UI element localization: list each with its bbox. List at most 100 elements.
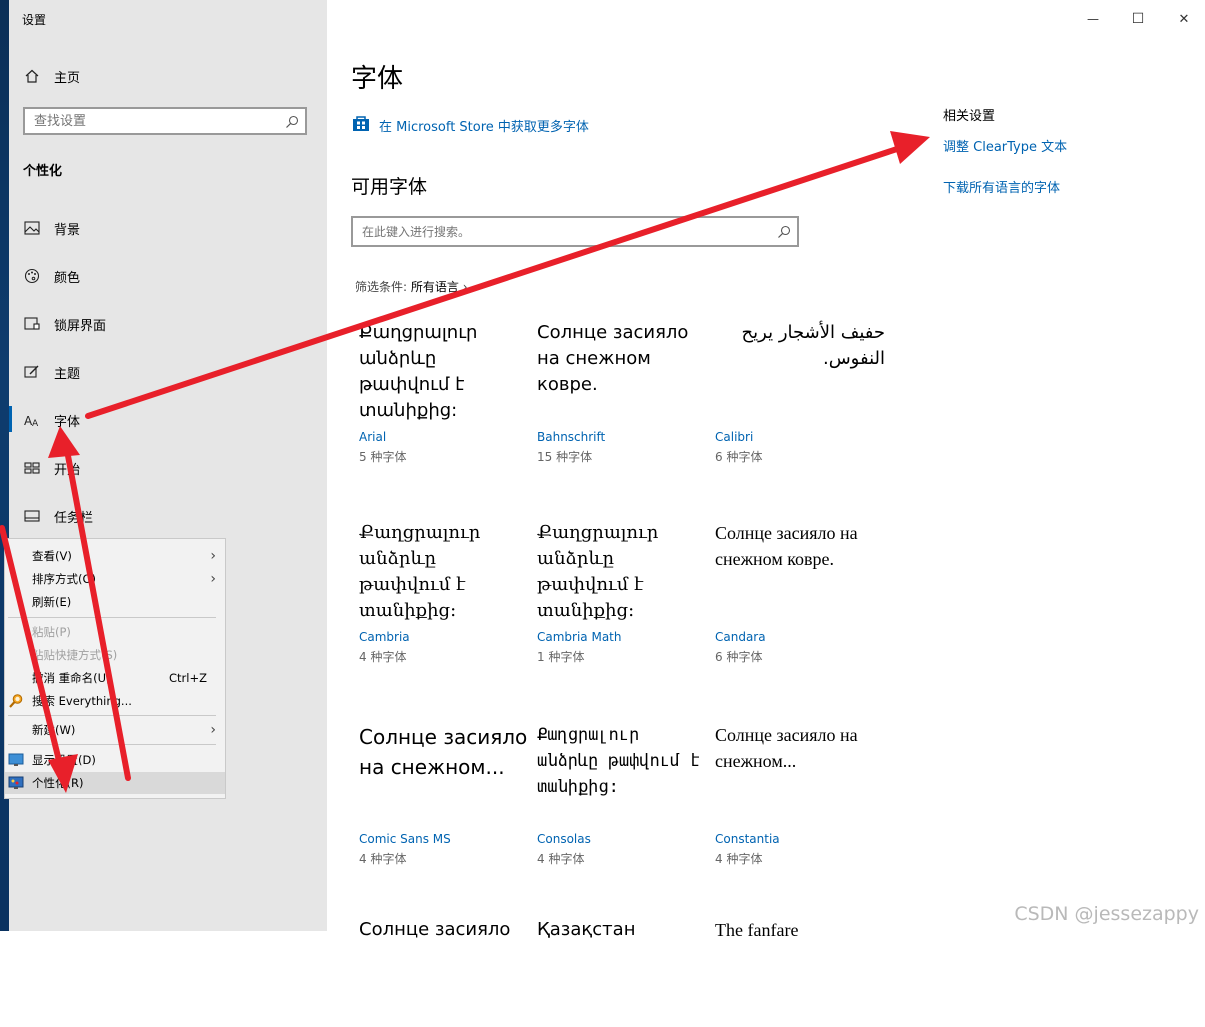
- font-search[interactable]: [351, 216, 799, 247]
- font-sample: Қазақстан: [537, 919, 636, 940]
- settings-search[interactable]: [23, 107, 307, 135]
- menu-item-label: 粘贴快捷方式(S): [32, 648, 118, 662]
- start-icon: [22, 458, 42, 478]
- settings-search-input[interactable]: [25, 109, 274, 133]
- store-icon: [351, 113, 371, 137]
- menu-divider: [8, 617, 216, 618]
- font-sample: Солнце засияло: [359, 919, 511, 940]
- menu-divider: [8, 715, 216, 716]
- font-sample: Քաղցրալուր անձրևը թափվում է տանիքից:: [537, 725, 701, 797]
- font-count: 4 种字体: [359, 852, 407, 866]
- font-card-partial[interactable]: The fanfare: [715, 917, 885, 1027]
- font-name: Constantia: [715, 832, 780, 846]
- font-card-calibri[interactable]: حفيف الأشجار يريح النفوس. Calibri 6 种字体: [715, 320, 885, 465]
- menu-item-label: 粘贴(P): [32, 625, 71, 639]
- sidebar-item-start[interactable]: 开始: [9, 446, 327, 490]
- font-card-cambria[interactable]: Քաղցրալուր անձրևը թափվում է տանիքից: Cam…: [359, 520, 529, 665]
- font-count: 15 种字体: [537, 450, 593, 464]
- font-card-bahnschrift[interactable]: Солнце засияло на снежном ковре. Bahnsch…: [537, 320, 707, 465]
- font-icon: AA: [22, 410, 42, 430]
- font-card-partial[interactable]: Қазақстан: [537, 917, 707, 1027]
- font-card-partial[interactable]: Солнце засияло: [359, 917, 529, 1027]
- theme-icon: [22, 362, 42, 382]
- personalize-icon: [8, 775, 24, 791]
- font-name: Cambria Math: [537, 630, 622, 644]
- font-sample: Քաղցրալուր անձրևը թափվում է տանիքից:: [359, 522, 481, 621]
- menu-item-paste-shortcut[interactable]: 粘贴快捷方式(S): [5, 644, 225, 666]
- fonts-page: — ☐ ✕ 字体 在 Microsoft Store 中获取更多字体 可用字体 …: [327, 0, 1205, 940]
- window-title: 设置: [22, 13, 47, 27]
- menu-item-paste[interactable]: 粘贴(P): [5, 621, 225, 643]
- menu-item-refresh[interactable]: 刷新(E): [5, 591, 225, 613]
- store-link-label: 在 Microsoft Store 中获取更多字体: [379, 119, 589, 135]
- sidebar-item-label: 锁屏界面: [54, 318, 107, 334]
- font-card-constantia[interactable]: Солнце засияло на снежном... Constantia …: [715, 722, 885, 867]
- menu-item-new[interactable]: 新建(W) ›: [5, 719, 225, 741]
- close-button[interactable]: ✕: [1170, 8, 1198, 30]
- minimize-icon: —: [1087, 12, 1099, 26]
- display-icon: [8, 752, 24, 768]
- font-sample: The fanfare: [715, 920, 799, 940]
- menu-item-label: 新建(W): [32, 723, 76, 737]
- font-name: Candara: [715, 630, 766, 644]
- font-count: 4 种字体: [537, 852, 585, 866]
- sidebar-item-taskbar[interactable]: 任务栏: [9, 494, 327, 538]
- font-name: Consolas: [537, 832, 591, 846]
- filter-value: 所有语言: [410, 280, 459, 294]
- font-name: Comic Sans MS: [359, 832, 451, 846]
- font-sample: Солнце засияло на снежном ковре.: [537, 322, 689, 395]
- font-card-candara[interactable]: Солнце засияло на снежном ковре. Candara…: [715, 520, 885, 665]
- font-card-cambria-math[interactable]: Քաղցրալուր անձրևը թափվում է տանիքից: Cam…: [537, 520, 707, 665]
- active-indicator: [9, 406, 12, 432]
- home-icon: [22, 66, 42, 86]
- sidebar-item-label: 颜色: [54, 270, 81, 286]
- menu-item-display-settings[interactable]: 显示设置(D): [5, 749, 225, 771]
- font-count: 6 种字体: [715, 650, 763, 664]
- store-link[interactable]: 在 Microsoft Store 中获取更多字体: [351, 113, 589, 137]
- related-settings-title: 相关设置: [943, 109, 996, 124]
- menu-divider: [8, 744, 216, 745]
- menu-item-search-everything[interactable]: 搜索 Everything...: [5, 690, 225, 712]
- font-count: 4 种字体: [359, 650, 407, 664]
- menu-item-personalize[interactable]: 个性化(R): [5, 772, 225, 794]
- sidebar-item-lock-screen[interactable]: 锁屏界面: [9, 302, 327, 346]
- menu-item-label: 查看(V): [32, 549, 72, 563]
- font-sample: Солнце засияло на снежном...: [359, 725, 528, 779]
- sidebar-item-label: 背景: [54, 222, 81, 238]
- picture-icon: [22, 218, 42, 238]
- section-title-personalization: 个性化: [23, 164, 63, 179]
- download-fonts-link[interactable]: 下载所有语言的字体: [943, 177, 1067, 196]
- menu-item-sort[interactable]: 排序方式(O) ›: [5, 568, 225, 590]
- sidebar-item-label: 字体: [54, 414, 81, 430]
- font-card-arial[interactable]: Քաղցրալուր անձրևը թափվում է տանիքից: Ari…: [359, 320, 529, 465]
- font-sample: Солнце засияло на снежном...: [715, 725, 858, 771]
- menu-item-view[interactable]: 查看(V) ›: [5, 545, 225, 567]
- desktop-context-menu: 查看(V) › 排序方式(O) › 刷新(E) 粘贴(P) 粘贴快捷方式(S) …: [4, 538, 226, 799]
- sidebar-home[interactable]: 主页: [9, 60, 327, 92]
- sidebar-item-background[interactable]: 背景: [9, 206, 327, 250]
- font-name: Calibri: [715, 430, 754, 444]
- font-card-consolas[interactable]: Քաղցրալուր անձրևը թափվում է տանիքից: Con…: [537, 722, 707, 867]
- font-count: 5 种字体: [359, 450, 407, 464]
- filter-label: 筛选条件:: [355, 280, 408, 294]
- font-card-comic-sans[interactable]: Солнце засияло на снежном... Comic Sans …: [359, 722, 529, 867]
- menu-item-undo[interactable]: 撤消 重命名(U) Ctrl+Z: [5, 667, 225, 689]
- search-icon: [285, 114, 299, 133]
- sidebar-item-label: 开始: [54, 462, 81, 478]
- close-icon: ✕: [1178, 11, 1190, 27]
- sidebar-item-colors[interactable]: 颜色: [9, 254, 327, 298]
- language-filter[interactable]: 筛选条件: 所有语言 ›: [355, 278, 468, 295]
- taskbar-icon: [22, 506, 42, 526]
- font-sample: Քաղցրալուր անձրևը թափվում է տանիքից:: [359, 322, 478, 421]
- font-name: Bahnschrift: [537, 430, 606, 444]
- cleartype-link[interactable]: 调整 ClearType 文本: [943, 136, 1067, 155]
- maximize-button[interactable]: ☐: [1124, 8, 1152, 30]
- font-count: 4 种字体: [715, 852, 763, 866]
- font-name: Cambria: [359, 630, 410, 644]
- search-icon: [777, 224, 791, 243]
- related-settings: 相关设置 调整 ClearType 文本 下载所有语言的字体: [943, 105, 1067, 196]
- font-search-input[interactable]: [353, 218, 762, 245]
- sidebar-item-themes[interactable]: 主题: [9, 350, 327, 394]
- minimize-button[interactable]: —: [1079, 8, 1107, 30]
- sidebar-item-fonts[interactable]: AA 字体: [9, 398, 327, 442]
